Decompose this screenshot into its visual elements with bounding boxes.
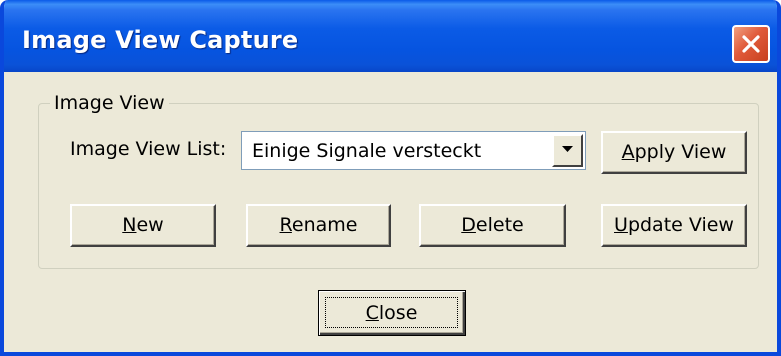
delete-mnemonic: D [461,214,476,236]
delete-button[interactable]: Delete [419,204,566,247]
new-label: ew [136,214,164,236]
update-view-button[interactable]: Update View [601,204,747,247]
image-view-list-selected: Einige Signale versteckt [252,140,482,162]
title-bar[interactable]: Image View Capture [4,0,777,72]
image-view-group-legend: Image View [50,92,169,114]
image-view-list-label: Image View List: [70,138,227,160]
close-window-button[interactable] [732,25,770,63]
apply-view-label: pply View [634,141,727,163]
apply-view-button[interactable]: Apply View [601,131,747,174]
close-label: lose [378,302,418,324]
dropdown-arrow-icon [562,146,573,152]
rename-button[interactable]: Rename [246,204,391,247]
focus-rectangle: Close [325,297,458,328]
close-mnemonic: C [365,302,379,324]
window-title: Image View Capture [22,26,299,54]
update-view-mnemonic: U [614,214,628,236]
close-button[interactable]: Close [318,290,466,336]
update-view-label: pdate View [627,214,734,236]
dropdown-button[interactable] [552,134,583,167]
rename-mnemonic: R [279,214,292,236]
new-button[interactable]: New [70,204,216,247]
apply-view-mnemonic: A [621,141,635,163]
rename-label: ename [291,214,358,236]
image-view-list-dropdown[interactable]: Einige Signale versteckt [241,131,586,170]
delete-label: elete [475,214,524,236]
close-icon [742,35,760,53]
new-mnemonic: N [122,214,137,236]
